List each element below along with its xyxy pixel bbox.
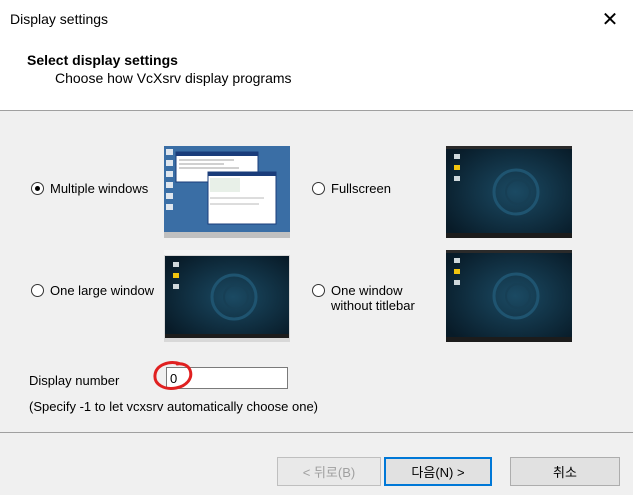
next-button[interactable]: 다음(N) >	[384, 457, 492, 486]
option-label: One window without titlebar	[331, 283, 415, 313]
radio-one-large-window[interactable]	[31, 284, 44, 297]
option-label: One large window	[50, 283, 155, 298]
footer-separator	[0, 432, 633, 433]
header-subtitle: Choose how VcXsrv display programs	[55, 70, 292, 86]
option-label: Multiple windows	[50, 181, 149, 196]
radio-multiple-windows[interactable]	[31, 182, 44, 195]
option-label-line1: One window	[331, 283, 403, 298]
title-bar: Display settings ✕	[0, 0, 633, 38]
close-button[interactable]: ✕	[587, 0, 633, 38]
radio-fullscreen[interactable]	[312, 182, 325, 195]
preview-multiple-windows	[164, 146, 290, 238]
preview-one-large-window	[164, 250, 290, 342]
preview-one-window-without-titlebar	[446, 250, 572, 342]
display-number-input[interactable]	[166, 367, 288, 389]
window-title: Display settings	[10, 11, 109, 27]
display-number-label: Display number	[29, 373, 120, 388]
wizard-header: Select display settings Choose how VcXsr…	[0, 38, 633, 111]
option-fullscreen[interactable]: Fullscreen	[312, 181, 391, 196]
back-button[interactable]: < 뒤로(B)	[277, 457, 381, 486]
cancel-button[interactable]: 취소	[510, 457, 620, 486]
close-icon: ✕	[601, 8, 619, 31]
radio-one-window-without-titlebar[interactable]	[312, 284, 325, 297]
preview-fullscreen	[446, 146, 572, 238]
display-number-hint: (Specify -1 to let vcxsrv automatically …	[29, 399, 319, 414]
header-title: Select display settings	[27, 52, 178, 68]
option-multiple-windows[interactable]: Multiple windows	[31, 181, 148, 196]
option-label-line2: without titlebar	[331, 298, 415, 313]
option-one-window-without-titlebar[interactable]: One window without titlebar	[312, 283, 415, 313]
option-label: Fullscreen	[331, 181, 391, 196]
option-one-large-window[interactable]: One large window	[31, 283, 154, 298]
